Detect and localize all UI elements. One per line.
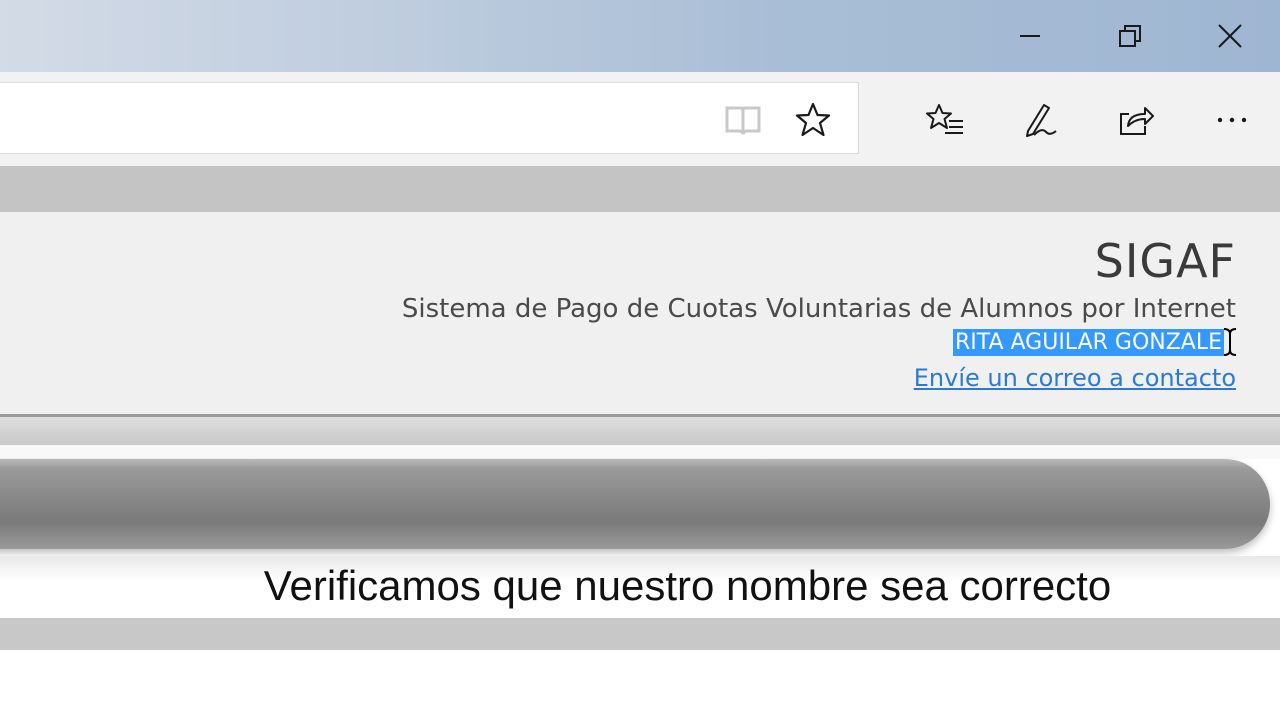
page-header: SIGAF Sistema de Pago de Cuotas Voluntar… [0, 212, 1280, 416]
spacer [0, 445, 1280, 459]
header-bottom-band [0, 417, 1280, 445]
reading-view-button[interactable] [719, 96, 767, 144]
more-button[interactable] [1208, 96, 1256, 144]
browser-title-bar [0, 0, 1280, 72]
web-note-pen-icon [1026, 104, 1057, 137]
share-icon [1120, 107, 1154, 135]
browser-toolbar [0, 72, 1280, 166]
contact-email-link[interactable]: Envíe un correo a contacto [914, 364, 1236, 392]
more-icon [1217, 117, 1247, 123]
user-name-selected[interactable]: RITA AGUILAR GONZALE [952, 329, 1224, 356]
reading-view-icon [725, 106, 761, 135]
navigation-bar [0, 459, 1270, 549]
restore-icon [1119, 25, 1141, 47]
close-icon [1218, 24, 1242, 48]
text-cursor-icon [1223, 328, 1237, 356]
close-button[interactable] [1180, 0, 1280, 72]
favorites-hub-button[interactable] [921, 96, 969, 144]
minimize-icon [1020, 35, 1040, 37]
restore-button[interactable] [1080, 0, 1180, 72]
favorite-star-icon [795, 102, 831, 137]
page-top-band [0, 166, 1280, 212]
favorite-button[interactable] [789, 96, 837, 144]
video-caption: Verificamos que nuestro nombre sea corre… [0, 562, 1280, 610]
minimize-button[interactable] [980, 0, 1080, 72]
caption-text: Verificamos que nuestro nombre sea corre… [263, 562, 1112, 609]
favorites-list-icon [926, 104, 963, 134]
content-bottom-band [0, 618, 1280, 650]
app-subtitle: Sistema de Pago de Cuotas Voluntarias de… [401, 294, 1236, 324]
app-title: SIGAF [1094, 234, 1236, 288]
share-button[interactable] [1111, 96, 1159, 144]
web-note-button[interactable] [1016, 96, 1064, 144]
